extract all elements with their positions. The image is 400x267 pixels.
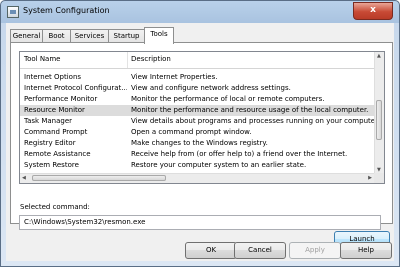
tab-tools[interactable]: Tools: [144, 27, 174, 44]
dialog-body: General Boot Services Startup Tools Tool…: [6, 23, 394, 261]
tool-description: View and configure network address setti…: [131, 84, 291, 92]
tool-description: View Internet Properties.: [131, 73, 218, 81]
scroll-right-icon[interactable]: ▶: [368, 175, 372, 181]
scroll-left-icon[interactable]: ◀: [22, 175, 26, 181]
tab-general[interactable]: General: [10, 29, 43, 43]
title-bar[interactable]: System Configuration x: [1, 1, 399, 23]
tool-row[interactable]: System Restore Restore your computer sys…: [20, 160, 374, 171]
tool-description: Receive help from (or offer help to) a f…: [131, 150, 348, 158]
tool-name: Internet Options: [24, 73, 82, 81]
tool-name: Command Prompt: [24, 128, 88, 136]
system-configuration-window: System Configuration x General Boot Serv…: [0, 0, 400, 267]
tools-panel: Tool Name Description Internet Options V…: [10, 42, 393, 248]
tool-name: System Restore: [24, 161, 79, 169]
tab-boot[interactable]: Boot: [42, 29, 71, 43]
tool-row[interactable]: Registry Editor Make changes to the Wind…: [20, 138, 374, 149]
vertical-scroll-thumb[interactable]: [376, 100, 382, 140]
selected-command-field[interactable]: C:\Windows\System32\resmon.exe: [19, 215, 381, 230]
tool-description: Restore your computer system to an earli…: [131, 161, 307, 169]
selected-command-label: Selected command:: [20, 203, 90, 211]
help-button[interactable]: Help: [340, 242, 392, 259]
tool-description: Monitor the performance of local or remo…: [131, 95, 325, 103]
tab-services[interactable]: Services: [70, 29, 109, 43]
tool-row[interactable]: Internet Options View Internet Propertie…: [20, 72, 374, 83]
tool-description: Monitor the performance and resource usa…: [131, 106, 369, 114]
tool-name: Remote Assistance: [24, 150, 91, 158]
close-button[interactable]: x: [353, 2, 393, 20]
tool-row[interactable]: Internet Protocol Configurat... View and…: [20, 83, 374, 94]
ok-button[interactable]: OK: [185, 242, 237, 259]
tool-description: View details about programs and processe…: [131, 117, 374, 125]
horizontal-scrollbar[interactable]: ◀ ▶: [20, 173, 374, 183]
tool-row[interactable]: Remote Assistance Receive help from (or …: [20, 149, 374, 160]
column-header-description[interactable]: Description: [131, 55, 171, 63]
tool-row-selected[interactable]: Resource Monitor Monitor the performance…: [20, 105, 374, 116]
tool-name: Task Manager: [24, 117, 73, 125]
tool-row[interactable]: Task Manager View details about programs…: [20, 116, 374, 127]
tab-startup[interactable]: Startup: [108, 29, 145, 43]
tool-row[interactable]: Performance Monitor Monitor the performa…: [20, 94, 374, 105]
column-divider[interactable]: [127, 52, 128, 68]
tool-name: Resource Monitor: [24, 106, 85, 114]
cancel-button[interactable]: Cancel: [234, 242, 286, 259]
system-configuration-icon: [7, 6, 19, 18]
scroll-up-icon[interactable]: ▲: [377, 53, 381, 59]
tool-name: Performance Monitor: [24, 95, 98, 103]
column-header-tool-name[interactable]: Tool Name: [24, 55, 60, 63]
tools-list[interactable]: Tool Name Description Internet Options V…: [19, 51, 385, 184]
tool-name: Internet Protocol Configurat...: [24, 84, 127, 92]
tool-name: Registry Editor: [24, 139, 76, 147]
horizontal-scroll-thumb[interactable]: [32, 175, 166, 181]
window-title: System Configuration: [23, 6, 110, 15]
tool-description: Open a command prompt window.: [131, 128, 252, 136]
vertical-scrollbar[interactable]: ▲ ▼: [374, 52, 384, 174]
scrollbar-corner: [374, 173, 384, 183]
tool-description: Make changes to the Windows registry.: [131, 139, 268, 147]
tool-row[interactable]: Command Prompt Open a command prompt win…: [20, 127, 374, 138]
apply-button[interactable]: Apply: [289, 242, 341, 259]
column-header-row: Tool Name Description: [20, 52, 374, 69]
